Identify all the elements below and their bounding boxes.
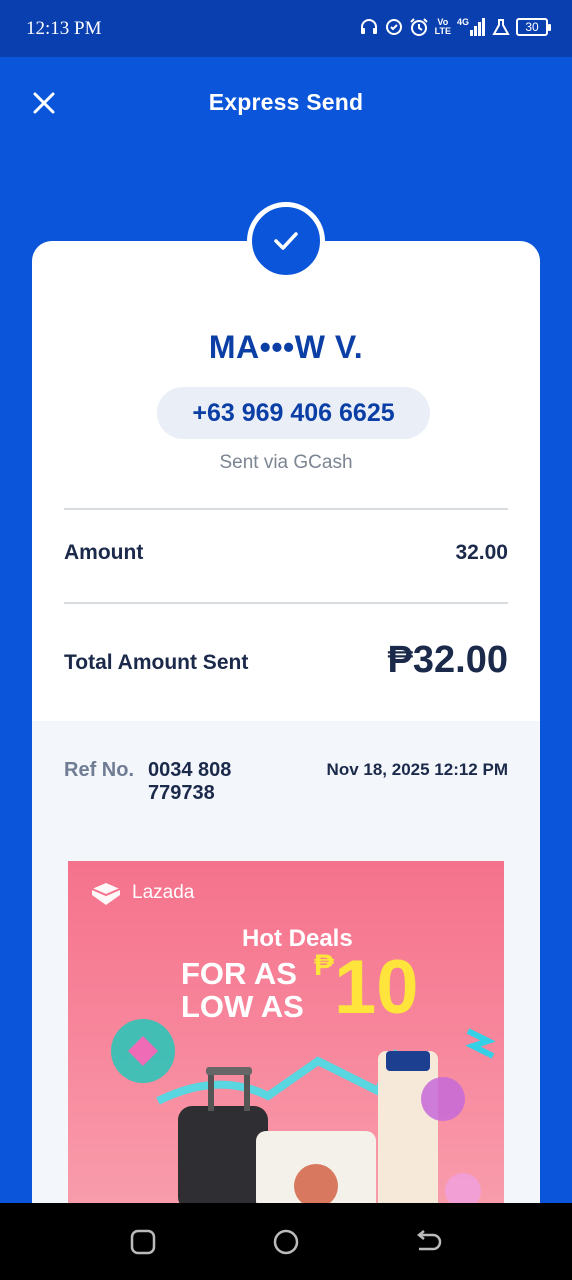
ad-banner[interactable]: Lazada Hot Deals FOR AS LOW AS ₱10 [68, 861, 504, 1241]
alarm-icon [409, 17, 429, 37]
lazada-logo: Lazada [88, 879, 194, 907]
data-saver-icon [385, 18, 403, 36]
check-icon [274, 232, 298, 250]
lab-icon [492, 18, 510, 36]
status-bar: 12:13 PM Vo LTE 4G 30 [0, 0, 572, 57]
home-icon [273, 1229, 299, 1255]
total-amount-value: ₱32.00 [387, 639, 508, 681]
recents-button[interactable] [128, 1227, 158, 1257]
total-amount-label: Total Amount Sent [64, 651, 249, 674]
signal-icon: 4G [457, 18, 486, 36]
status-time: 12:13 PM [26, 18, 102, 39]
lazada-heart-icon [91, 883, 121, 905]
back-button[interactable] [413, 1227, 443, 1257]
back-icon [416, 1230, 442, 1251]
home-button[interactable] [271, 1227, 301, 1257]
header: Express Send [0, 57, 572, 147]
receipt-card: MA•••W V. +63 969 406 6625 Sent via GCas… [32, 241, 540, 1241]
amount-label: Amount [64, 541, 144, 564]
ad-product-illustration [111, 1019, 496, 1211]
recipient-name: MA•••W V. [208, 329, 364, 365]
ref-label: Ref No. [64, 759, 134, 781]
amount-value: 32.00 [455, 541, 508, 564]
transaction-date: Nov 18, 2025 12:12 PM [326, 760, 508, 779]
status-icons: Vo LTE 4G 30 [359, 17, 551, 37]
headset-icon [359, 17, 379, 37]
divider [64, 602, 508, 604]
divider [64, 508, 508, 510]
recipient-phone: +63 969 406 6625 [157, 387, 430, 439]
recents-icon [130, 1229, 156, 1255]
ad-price-currency: ₱ [314, 949, 335, 982]
navigation-bar [0, 1203, 572, 1280]
reference-section: Ref No. 0034 808 779738 Nov 18, 2025 12:… [32, 721, 540, 1241]
lazada-brand: Lazada [132, 882, 195, 903]
ref-number: 0034 808 779738 [148, 759, 232, 804]
sent-via-label: Sent via GCash [219, 452, 353, 473]
success-badge [247, 202, 325, 280]
volte-icon: Vo LTE [434, 17, 451, 36]
page-title: Express Send [208, 89, 364, 115]
battery-icon: 30 [516, 18, 551, 36]
